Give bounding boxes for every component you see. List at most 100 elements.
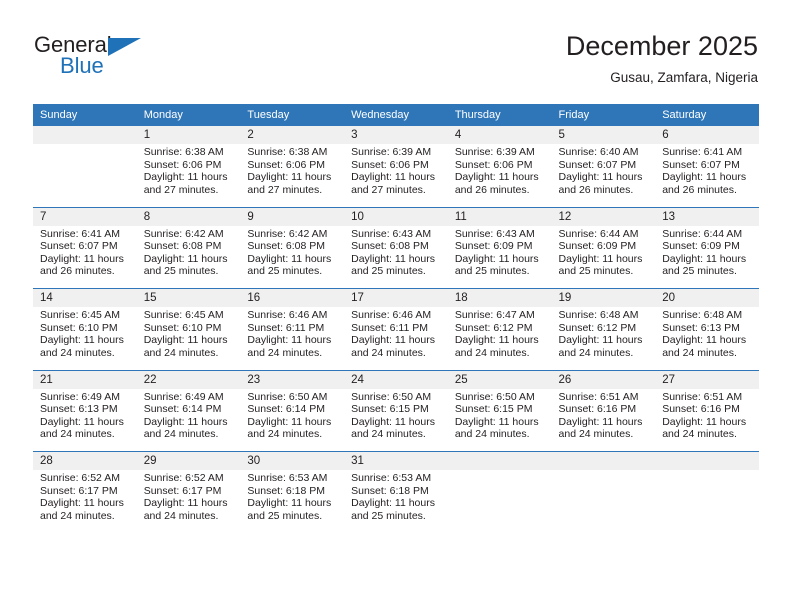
sunset-text: Sunset: 6:11 PM	[351, 321, 428, 334]
day-cell[interactable]: Sunrise: 6:41 AM Sunset: 6:07 PM Dayligh…	[33, 225, 137, 289]
daylight-text-line1: Daylight: 11 hours	[40, 252, 124, 265]
day-cell[interactable]: Sunrise: 6:48 AM Sunset: 6:13 PM Dayligh…	[655, 307, 759, 370]
day-cell[interactable]: Sunrise: 6:39 AM Sunset: 6:06 PM Dayligh…	[344, 144, 448, 207]
day-cell[interactable]: Sunrise: 6:48 AM Sunset: 6:12 PM Dayligh…	[551, 307, 656, 370]
daylight-text-line2: and 24 minutes.	[40, 428, 115, 441]
daylight-text-line1: Daylight: 11 hours	[558, 334, 643, 347]
week-info-row: Sunrise: 6:49 AM Sunset: 6:13 PM Dayligh…	[33, 388, 759, 452]
sunrise-text: Sunrise: 6:50 AM	[247, 390, 328, 403]
logo-triangle-icon	[108, 38, 141, 56]
week-daynumber-row: 28 29 30 31	[33, 451, 759, 470]
daylight-text-line1: Daylight: 11 hours	[454, 171, 539, 184]
day-cell[interactable]: Sunrise: 6:50 AM Sunset: 6:14 PM Dayligh…	[240, 388, 345, 452]
day-cell[interactable]	[33, 144, 137, 207]
day-cell[interactable]: Sunrise: 6:51 AM Sunset: 6:16 PM Dayligh…	[551, 388, 656, 452]
sunrise-text: Sunrise: 6:46 AM	[351, 309, 432, 321]
day-cell[interactable]: Sunrise: 6:42 AM Sunset: 6:08 PM Dayligh…	[136, 225, 241, 289]
week-info-row: Sunrise: 6:41 AM Sunset: 6:07 PM Dayligh…	[33, 225, 759, 289]
daylight-text-line2: and 24 minutes.	[40, 346, 115, 359]
sunrise-text: Sunrise: 6:44 AM	[558, 227, 639, 240]
week-daynumber-row: 14 15 16 17 18 19 20	[33, 288, 759, 307]
daylight-text-line2: and 24 minutes.	[143, 346, 219, 359]
daylight-text-line2: and 24 minutes.	[143, 428, 219, 441]
day-cell[interactable]: Sunrise: 6:47 AM Sunset: 6:12 PM Dayligh…	[447, 307, 552, 370]
sunset-text: Sunset: 6:09 PM	[662, 240, 740, 253]
day-cell[interactable]	[655, 470, 759, 533]
day-number	[447, 451, 552, 470]
day-cell[interactable]: Sunrise: 6:39 AM Sunset: 6:06 PM Dayligh…	[447, 144, 552, 207]
daylight-text-line1: Daylight: 11 hours	[40, 497, 124, 510]
day-cell[interactable]: Sunrise: 6:40 AM Sunset: 6:07 PM Dayligh…	[551, 144, 656, 207]
calendar-page: General Blue December 2025 Gusau, Zamfar…	[0, 0, 792, 612]
general-blue-logo[interactable]: General Blue	[34, 33, 164, 81]
day-cell[interactable]: Sunrise: 6:44 AM Sunset: 6:09 PM Dayligh…	[655, 225, 759, 289]
day-number: 13	[655, 206, 759, 226]
day-cell[interactable]: Sunrise: 6:53 AM Sunset: 6:18 PM Dayligh…	[240, 470, 345, 533]
daylight-text-line1: Daylight: 11 hours	[454, 252, 539, 265]
day-cell[interactable]: Sunrise: 6:43 AM Sunset: 6:08 PM Dayligh…	[344, 225, 448, 289]
day-cell[interactable]: Sunrise: 6:43 AM Sunset: 6:09 PM Dayligh…	[447, 225, 552, 289]
day-cell[interactable]: Sunrise: 6:52 AM Sunset: 6:17 PM Dayligh…	[33, 470, 137, 533]
day-cell[interactable]: Sunrise: 6:38 AM Sunset: 6:06 PM Dayligh…	[240, 144, 345, 207]
day-cell[interactable]: Sunrise: 6:53 AM Sunset: 6:18 PM Dayligh…	[344, 470, 448, 533]
day-number: 4	[447, 126, 552, 144]
sunrise-text: Sunrise: 6:41 AM	[40, 227, 120, 240]
day-number: 12	[551, 206, 656, 226]
day-cell[interactable]: Sunrise: 6:50 AM Sunset: 6:15 PM Dayligh…	[344, 388, 448, 452]
daylight-text-line1: Daylight: 11 hours	[247, 415, 332, 428]
daylight-text-line2: and 25 minutes.	[558, 265, 634, 278]
daylight-text-line1: Daylight: 11 hours	[143, 171, 228, 184]
daylight-text-line1: Daylight: 11 hours	[247, 334, 332, 347]
day-cell[interactable]	[447, 470, 552, 533]
sunset-text: Sunset: 6:12 PM	[558, 321, 637, 334]
masthead: General Blue December 2025 Gusau, Zamfar…	[0, 0, 792, 100]
page-subtitle-location: Gusau, Zamfara, Nigeria	[610, 70, 758, 85]
sunset-text: Sunset: 6:15 PM	[454, 403, 533, 416]
week-info-row: Sunrise: 6:38 AM Sunset: 6:06 PM Dayligh…	[33, 144, 759, 207]
sunrise-text: Sunrise: 6:43 AM	[351, 227, 432, 240]
day-number	[551, 451, 656, 470]
sunrise-text: Sunrise: 6:49 AM	[40, 390, 120, 403]
sunrise-text: Sunrise: 6:51 AM	[558, 390, 639, 403]
day-cell[interactable]: Sunrise: 6:46 AM Sunset: 6:11 PM Dayligh…	[344, 307, 448, 370]
week-daynumber-row: 21 22 23 24 25 26 27	[33, 369, 759, 389]
day-cell[interactable]: Sunrise: 6:44 AM Sunset: 6:09 PM Dayligh…	[551, 225, 656, 289]
daylight-text-line2: and 27 minutes.	[351, 183, 426, 196]
sunrise-text: Sunrise: 6:38 AM	[247, 146, 328, 158]
day-cell[interactable]: Sunrise: 6:51 AM Sunset: 6:16 PM Dayligh…	[655, 388, 759, 452]
day-cell[interactable]	[551, 470, 656, 533]
day-cell[interactable]: Sunrise: 6:45 AM Sunset: 6:10 PM Dayligh…	[33, 307, 137, 370]
sunset-text: Sunset: 6:12 PM	[454, 321, 533, 334]
day-cell[interactable]: Sunrise: 6:45 AM Sunset: 6:10 PM Dayligh…	[136, 307, 241, 370]
daylight-text-line2: and 24 minutes.	[351, 346, 426, 359]
day-cell[interactable]: Sunrise: 6:49 AM Sunset: 6:13 PM Dayligh…	[33, 388, 137, 452]
daylight-text-line2: and 27 minutes.	[143, 183, 219, 196]
sunset-text: Sunset: 6:13 PM	[40, 403, 118, 416]
sunset-text: Sunset: 6:07 PM	[40, 240, 118, 253]
weekday-header-wednesday: Wednesday	[344, 104, 448, 126]
day-cell[interactable]: Sunrise: 6:50 AM Sunset: 6:15 PM Dayligh…	[447, 388, 552, 452]
sunrise-text: Sunrise: 6:39 AM	[454, 146, 535, 158]
daylight-text-line2: and 26 minutes.	[454, 183, 530, 196]
day-number: 28	[33, 451, 137, 470]
day-cell[interactable]: Sunrise: 6:38 AM Sunset: 6:06 PM Dayligh…	[136, 144, 241, 207]
sunrise-text: Sunrise: 6:42 AM	[143, 227, 224, 240]
daylight-text-line2: and 26 minutes.	[662, 183, 737, 196]
weekday-header-tuesday: Tuesday	[240, 104, 345, 126]
daylight-text-line2: and 25 minutes.	[143, 265, 219, 278]
day-cell[interactable]: Sunrise: 6:41 AM Sunset: 6:07 PM Dayligh…	[655, 144, 759, 207]
day-number	[655, 451, 759, 470]
day-cell[interactable]: Sunrise: 6:46 AM Sunset: 6:11 PM Dayligh…	[240, 307, 345, 370]
sunrise-text: Sunrise: 6:43 AM	[454, 227, 535, 240]
sunset-text: Sunset: 6:18 PM	[351, 484, 429, 497]
sunset-text: Sunset: 6:17 PM	[143, 484, 222, 497]
sunset-text: Sunset: 6:09 PM	[558, 240, 637, 253]
day-cell[interactable]: Sunrise: 6:52 AM Sunset: 6:17 PM Dayligh…	[136, 470, 241, 533]
daylight-text-line1: Daylight: 11 hours	[351, 497, 435, 510]
day-cell[interactable]: Sunrise: 6:42 AM Sunset: 6:08 PM Dayligh…	[240, 225, 345, 289]
daylight-text-line2: and 25 minutes.	[351, 265, 426, 278]
day-cell[interactable]: Sunrise: 6:49 AM Sunset: 6:14 PM Dayligh…	[136, 388, 241, 452]
daylight-text-line2: and 24 minutes.	[143, 509, 219, 522]
sunset-text: Sunset: 6:14 PM	[247, 403, 326, 416]
sunset-text: Sunset: 6:09 PM	[454, 240, 533, 253]
